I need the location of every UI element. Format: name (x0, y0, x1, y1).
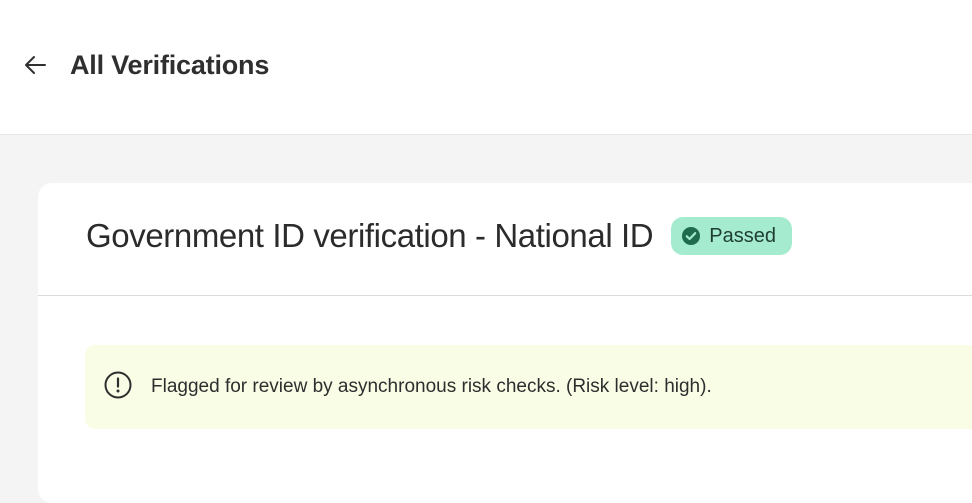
risk-alert-message: Flagged for review by asynchronous risk … (151, 376, 712, 397)
verification-card: Government ID verification - National ID… (38, 183, 972, 503)
top-bar: All Verifications (0, 0, 972, 135)
exclamation-circle-icon (103, 370, 133, 405)
back-to-all-verifications-link[interactable]: All Verifications (22, 45, 269, 85)
back-link-label: All Verifications (70, 49, 270, 80)
status-badge: Passed (671, 217, 792, 255)
check-circle-icon (681, 226, 701, 246)
verification-title: Government ID verification - National ID (86, 217, 654, 254)
risk-alert-banner: Flagged for review by asynchronous risk … (85, 345, 972, 429)
card-header: Government ID verification - National ID… (38, 183, 972, 296)
arrow-left-icon (22, 52, 48, 78)
status-badge-label: Passed (709, 224, 776, 247)
card-title-row: Government ID verification - National ID… (86, 217, 792, 255)
